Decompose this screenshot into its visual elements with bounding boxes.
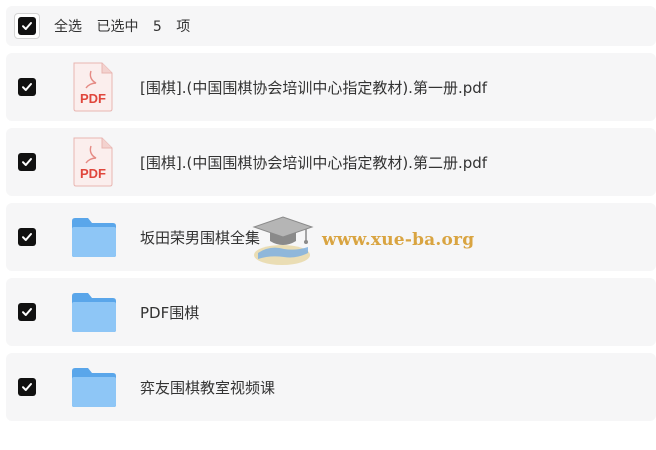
item-checkbox[interactable] — [18, 153, 36, 171]
list-item[interactable]: PDF [围棋].(中国围棋协会培训中心指定教材).第一册.pdf — [6, 53, 656, 121]
checkmark-icon — [18, 17, 36, 35]
folder-name[interactable]: PDF围棋 — [140, 302, 199, 323]
selected-label: 已选中 — [96, 19, 139, 35]
select-all-checkbox[interactable] — [14, 13, 40, 39]
list-item[interactable]: PDF围棋 — [6, 278, 656, 346]
svg-text:PDF: PDF — [80, 166, 106, 181]
item-checkbox[interactable] — [18, 303, 36, 321]
selection-summary: 全选 已选中 5 项 — [54, 16, 200, 36]
item-checkbox[interactable] — [18, 228, 36, 246]
file-name[interactable]: [围棋].(中国围棋协会培训中心指定教材).第二册.pdf — [140, 152, 487, 173]
selection-header: 全选 已选中 5 项 — [6, 6, 656, 46]
select-all-label[interactable]: 全选 — [54, 19, 82, 35]
selected-count: 5 — [152, 19, 162, 35]
file-name[interactable]: [围棋].(中国围棋协会培训中心指定教材).第一册.pdf — [140, 77, 487, 98]
item-checkbox[interactable] — [18, 78, 36, 96]
folder-icon — [70, 361, 118, 413]
folder-icon — [70, 211, 118, 263]
item-checkbox[interactable] — [18, 378, 36, 396]
folder-icon — [70, 286, 118, 338]
pdf-file-icon: PDF — [70, 61, 118, 113]
folder-name[interactable]: 弈友围棋教室视频课 — [140, 377, 275, 398]
list-item[interactable]: 坂田荣男围棋全集 — [6, 203, 656, 271]
folder-name[interactable]: 坂田荣男围棋全集 — [140, 227, 260, 248]
pdf-file-icon: PDF — [70, 136, 118, 188]
list-item[interactable]: PDF [围棋].(中国围棋协会培训中心指定教材).第二册.pdf — [6, 128, 656, 196]
selected-unit: 项 — [176, 19, 191, 35]
svg-text:PDF: PDF — [80, 91, 106, 106]
list-item[interactable]: 弈友围棋教室视频课 — [6, 353, 656, 421]
